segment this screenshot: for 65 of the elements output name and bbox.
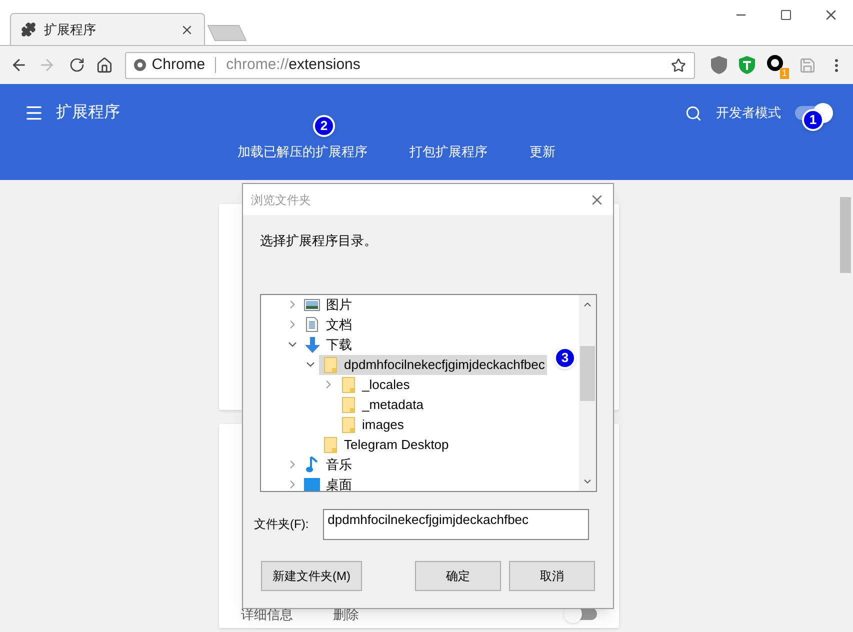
tree-item[interactable]: 下载 <box>301 334 354 354</box>
shield-icon[interactable] <box>739 56 755 74</box>
folder-icon <box>342 416 354 432</box>
tree-item-label: 下载 <box>326 336 352 354</box>
page-title: 扩展程序 <box>56 102 120 123</box>
tree-item-label: 桌面 <box>326 476 352 490</box>
folder-label: 文件夹(F): <box>254 516 309 533</box>
tree-item-label: Telegram Desktop <box>344 436 449 454</box>
header-action-button[interactable]: 加载已解压的扩展程序 <box>238 142 368 162</box>
maximize-icon[interactable] <box>780 9 792 21</box>
callout-marker: 2 <box>313 115 335 137</box>
tree-item[interactable]: images <box>337 414 406 434</box>
down-arrow-icon <box>304 336 320 352</box>
tree-item[interactable]: _locales <box>337 374 412 394</box>
ring-icon[interactable] <box>767 55 783 71</box>
address-bar[interactable]: Chrome chrome://extensions <box>124 52 695 78</box>
folder-field[interactable]: dpdmhfocilnekecfjgimjdeckachfbec <box>322 508 589 540</box>
folder-icon <box>342 376 354 392</box>
tree-item[interactable]: dpdmhfocilnekecfjgimjdeckachfbec <box>319 354 547 374</box>
chrome-logo-icon <box>134 59 146 71</box>
new-folder-button[interactable]: 新建文件夹(M) <box>261 560 362 590</box>
scrollbar-thumb[interactable] <box>580 346 595 400</box>
tree-item-label: dpdmhfocilnekecfjgimjdeckachfbec <box>344 356 545 374</box>
shield-icon[interactable] <box>711 56 727 74</box>
document-icon <box>306 317 318 332</box>
instruction-text: 选择扩展程序目录。 <box>260 232 378 250</box>
tab-title: 扩展程序 <box>44 20 97 39</box>
url-text: chrome://extensions <box>226 54 362 75</box>
search-icon[interactable] <box>685 104 702 122</box>
picture-icon <box>304 298 320 310</box>
music-note-icon <box>306 456 318 473</box>
folder-icon <box>324 356 336 372</box>
extension-badge: 1 <box>780 68 789 79</box>
tree-item-label: 音乐 <box>326 456 352 474</box>
header-action-button[interactable]: 更新 <box>530 142 556 162</box>
back-icon[interactable] <box>10 56 28 74</box>
puzzle-icon <box>21 22 36 37</box>
scrollbar-thumb[interactable] <box>840 197 851 273</box>
ok-button[interactable]: 确定 <box>415 560 501 590</box>
tree-item-label: _metadata <box>362 396 424 414</box>
folder-icon <box>342 396 354 412</box>
header-action-button[interactable]: 打包扩展程序 <box>410 142 488 162</box>
tree-scrollbar[interactable] <box>579 294 596 490</box>
tree-item[interactable]: 桌面 <box>301 474 354 490</box>
tree-item[interactable]: 图片 <box>301 294 354 314</box>
tree-item[interactable]: _metadata <box>337 394 426 414</box>
folder-icon <box>324 436 336 452</box>
home-icon[interactable] <box>96 56 113 74</box>
tree-item[interactable]: 音乐 <box>301 454 354 474</box>
tree-item[interactable]: 文档 <box>301 314 354 334</box>
tree-item[interactable]: Telegram Desktop <box>319 434 451 454</box>
reload-icon[interactable] <box>68 57 85 73</box>
cancel-button[interactable]: 取消 <box>509 560 595 590</box>
enable-toggle[interactable] <box>567 608 597 620</box>
tree-item-label: 文档 <box>326 316 352 334</box>
dev-mode-label: 开发者模式 <box>716 104 781 122</box>
details-link[interactable]: 详细信息 <box>241 604 293 624</box>
dialog-title: 浏览文件夹 <box>251 192 312 208</box>
browser-tab[interactable]: 扩展程序 <box>10 13 205 45</box>
site-label: Chrome <box>152 54 206 75</box>
desktop-icon <box>304 478 320 490</box>
tree-item-label: _locales <box>362 376 410 394</box>
bookmark-star-icon[interactable] <box>671 58 686 72</box>
tree-item-label: 图片 <box>326 296 352 314</box>
tree-item-label: images <box>362 416 404 434</box>
